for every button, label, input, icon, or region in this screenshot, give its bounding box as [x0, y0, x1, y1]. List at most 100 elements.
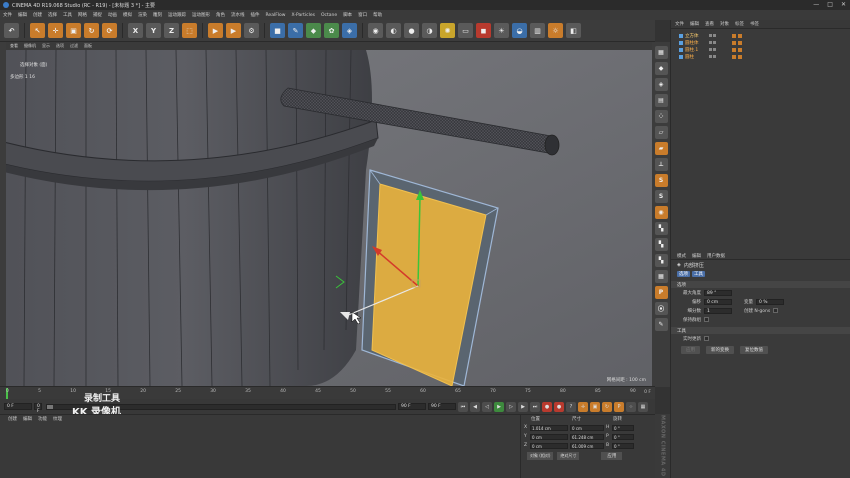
position-x-input[interactable]: 1.014 cm [530, 424, 568, 431]
viewport-menu-filter[interactable]: 过滤 [70, 43, 78, 49]
close-button[interactable]: ✕ [841, 1, 846, 8]
rotation-key-icon[interactable]: ↻ [602, 401, 612, 412]
octane-light-icon[interactable]: ☼ [548, 23, 563, 38]
attr-menu-edit[interactable]: 编辑 [692, 253, 701, 259]
soft-selection-icon[interactable]: S [654, 190, 668, 203]
mat-menu-function[interactable]: 功能 [38, 416, 47, 422]
point-mode-icon[interactable]: ⁘ [654, 110, 668, 123]
visibility-dots-icon[interactable] [709, 41, 716, 44]
octane-object-icon[interactable]: ◧ [566, 23, 581, 38]
menu-animate[interactable]: 动画 [108, 12, 117, 18]
tab-tool[interactable]: 工具 [692, 271, 705, 277]
menu-edit[interactable]: 编辑 [18, 12, 27, 18]
parameter-key-icon[interactable]: P [614, 401, 624, 412]
position-z-input[interactable]: 0 cm [530, 442, 568, 449]
floor-icon[interactable]: ◐ [386, 23, 401, 38]
environment-icon[interactable]: ◑ [422, 23, 437, 38]
material-tags-icon[interactable] [732, 33, 742, 38]
magnet-icon[interactable]: ⦿ [654, 302, 668, 315]
size-x-input[interactable]: 0 cm [570, 424, 604, 431]
next-frame-icon[interactable]: ▷ [506, 401, 516, 412]
x-ray-icon[interactable]: ▚ [654, 254, 668, 267]
snap-s-icon[interactable]: S [654, 174, 668, 187]
object-row[interactable]: 圆柱 [671, 53, 850, 60]
offset-input[interactable]: 0 cm [704, 298, 732, 305]
attr-menu-userdata[interactable]: 用户数据 [707, 253, 725, 259]
sky-icon[interactable]: ● [404, 23, 419, 38]
menu-plugins[interactable]: 插件 [251, 12, 260, 18]
timeline-window-icon[interactable]: ▦ [638, 401, 648, 412]
z-axis-icon[interactable]: Z [164, 23, 179, 38]
menu-character[interactable]: 角色 [216, 12, 225, 18]
menu-create[interactable]: 创建 [33, 12, 42, 18]
edge-mode-icon[interactable]: ▱ [654, 126, 668, 139]
cube-object-icon[interactable]: ■ [270, 23, 285, 38]
visibility-dots-icon[interactable] [709, 55, 716, 58]
mat-menu-texture[interactable]: 纹理 [53, 416, 62, 422]
om-menu-file[interactable]: 文件 [675, 21, 684, 27]
object-row[interactable]: 立方体 [671, 32, 850, 39]
record-icon[interactable]: ● [542, 401, 552, 412]
tab-options[interactable]: 选项 [677, 271, 690, 277]
psr-icon[interactable]: P [654, 286, 668, 299]
viewport-menu-panel[interactable]: 面板 [84, 43, 92, 49]
om-menu-bookmarks[interactable]: 书签 [750, 21, 759, 27]
material-tags-icon[interactable] [732, 54, 742, 59]
locked-workplane-icon[interactable]: ▚ [654, 222, 668, 235]
apply-coordinates-button[interactable]: 应用 [601, 452, 623, 460]
max-angle-input[interactable]: 89 ° [704, 289, 732, 296]
maximize-button[interactable]: □ [827, 1, 833, 8]
scale-icon[interactable]: ▣ [66, 23, 81, 38]
axis-mode-icon[interactable]: ⊥ [654, 158, 668, 171]
menu-x-particles[interactable]: X-Particles [291, 13, 314, 18]
rotation-b-input[interactable]: 0 ° [612, 442, 634, 449]
attr-menu-mode[interactable]: 模式 [677, 253, 686, 259]
coordinate-system-icon[interactable]: ⬚ [182, 23, 197, 38]
om-menu-view[interactable]: 查看 [705, 21, 714, 27]
recent-tools-icon[interactable]: ⟳ [102, 23, 117, 38]
new-transform-button[interactable]: 新的变换 [706, 346, 734, 354]
menu-realflow[interactable]: RealFlow [266, 13, 286, 18]
rotation-p-input[interactable]: 0 ° [612, 433, 634, 440]
om-menu-tags[interactable]: 标签 [735, 21, 744, 27]
polygon-mode-icon[interactable]: ▰ [654, 142, 668, 155]
menu-snap[interactable]: 捕捉 [93, 12, 102, 18]
realtime-update-checkbox[interactable] [704, 336, 709, 341]
size-z-input[interactable]: 61.009 cm [570, 442, 604, 449]
viewport-menu-view[interactable]: 查看 [10, 43, 18, 49]
start-frame-field[interactable]: 0 F [4, 403, 32, 410]
menu-motion-tracking[interactable]: 运动跟踪 [168, 12, 186, 18]
menu-help[interactable]: 帮助 [373, 12, 382, 18]
menu-window[interactable]: 窗口 [358, 12, 367, 18]
menu-tools[interactable]: 工具 [63, 12, 72, 18]
subdivision-input[interactable]: 1 [704, 307, 732, 314]
current-frame-field[interactable]: 0 F [34, 403, 42, 414]
preview-end-field[interactable]: 90 F [428, 403, 456, 410]
pen-spline-icon[interactable]: ✎ [288, 23, 303, 38]
octane-settings-icon[interactable]: ☀ [494, 23, 509, 38]
material-tags-icon[interactable] [732, 47, 742, 52]
array-icon[interactable]: ✿ [324, 23, 339, 38]
x-axis-icon[interactable]: X [128, 23, 143, 38]
object-row[interactable]: 圆柱.1 [671, 46, 850, 53]
apply-button[interactable]: 应用 [681, 346, 700, 354]
menu-file[interactable]: 文件 [3, 12, 12, 18]
position-key-icon[interactable]: ✛ [578, 401, 588, 412]
light-icon[interactable]: ✺ [440, 23, 455, 38]
grid-icon[interactable]: ▦ [654, 270, 668, 283]
next-key-icon[interactable]: ▶ [518, 401, 528, 412]
create-ngons-checkbox[interactable] [773, 308, 779, 313]
play-icon[interactable]: ▶ [494, 401, 504, 412]
rotation-h-input[interactable]: 0 ° [612, 424, 634, 431]
workplane-icon[interactable]: ▤ [654, 94, 668, 107]
tweak-icon[interactable]: ◉ [654, 206, 668, 219]
menu-render[interactable]: 渲染 [138, 12, 147, 18]
point-level-icon[interactable]: ⁘ [626, 401, 636, 412]
render-view-icon[interactable]: ▶ [208, 23, 223, 38]
slider-knob[interactable] [47, 404, 53, 409]
model-mode-icon[interactable]: ◆ [654, 62, 668, 75]
deformer-icon[interactable]: ◈ [342, 23, 357, 38]
position-y-input[interactable]: 0 cm [530, 433, 568, 440]
render-picture-viewer-icon[interactable]: ▶ [226, 23, 241, 38]
menu-sculpt[interactable]: 雕刻 [153, 12, 162, 18]
